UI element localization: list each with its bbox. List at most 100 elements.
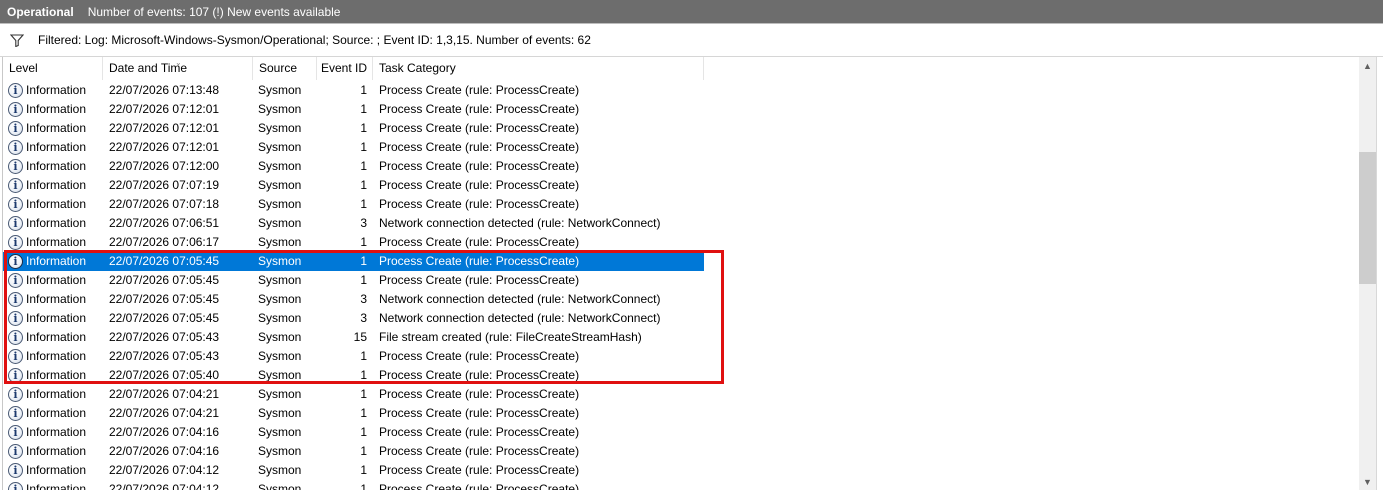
table-row[interactable]: i Information 22/07/2026 07:05:43 Sysmon 15 F…	[3, 328, 1359, 347]
date-cell: 22/07/2026 07:05:43	[109, 349, 220, 363]
source-cell: Sysmon	[258, 216, 302, 230]
date-cell: 22/07/2026 07:12:01	[109, 140, 220, 154]
task-category-cell: Process Create (rule: ProcessCreate)	[379, 273, 580, 287]
table-row[interactable]: i Information 22/07/2026 07:13:48 Sysmon 1 Pr…	[3, 81, 1359, 100]
date-cell: 22/07/2026 07:05:45	[109, 292, 220, 306]
date-cell: 22/07/2026 07:05:40	[109, 368, 220, 382]
scroll-thumb[interactable]	[1359, 152, 1376, 284]
vertical-scrollbar[interactable]: ▲ ▼	[1359, 57, 1376, 490]
task-category-cell: Process Create (rule: ProcessCreate)	[379, 235, 580, 249]
date-cell: 22/07/2026 07:07:19	[109, 178, 220, 192]
information-icon: i	[8, 444, 23, 459]
table-row[interactable]: i Information 22/07/2026 07:05:45 Sysmon 3 Ne…	[3, 309, 1359, 328]
sort-chevron-icon: ⌄	[175, 58, 182, 67]
table-row[interactable]: i Information 22/07/2026 07:04:21 Sysmon 1 Pr…	[3, 404, 1359, 423]
information-icon: i	[8, 197, 23, 212]
source-cell: Sysmon	[258, 159, 302, 173]
level-text: Information	[26, 159, 87, 173]
table-row[interactable]: i Information 22/07/2026 07:05:45 Sysmon 3 Ne…	[3, 290, 1359, 309]
column-header-level[interactable]: Level	[3, 57, 103, 80]
level-text: Information	[26, 425, 87, 439]
task-category-cell: Process Create (rule: ProcessCreate)	[379, 197, 580, 211]
date-cell: 22/07/2026 07:12:01	[109, 121, 220, 135]
information-icon: i	[8, 159, 23, 174]
event-id-cell: 1	[360, 368, 367, 382]
level-cell: i Information	[3, 214, 103, 233]
task-category-cell: Network connection detected (rule: Netwo…	[379, 292, 661, 306]
grid-header: Level Date and Time ⌄ Source Event ID Ta…	[3, 57, 1359, 80]
source-cell: Sysmon	[258, 292, 302, 306]
information-icon: i	[8, 140, 23, 155]
task-category-cell: Process Create (rule: ProcessCreate)	[379, 387, 580, 401]
column-header-task-category[interactable]: Task Category	[373, 57, 704, 80]
column-header-event-id[interactable]: Event ID	[317, 57, 373, 80]
task-category-cell: Process Create (rule: ProcessCreate)	[379, 482, 580, 490]
table-row[interactable]: i Information 22/07/2026 07:05:40 Sysmon 1 Pr…	[3, 366, 1359, 385]
table-row[interactable]: i Information 22/07/2026 07:05:45 Sysmon 1 Pr…	[3, 252, 1359, 271]
column-header-date[interactable]: Date and Time ⌄	[103, 57, 253, 80]
source-cell: Sysmon	[253, 252, 317, 271]
level-text: Information	[26, 387, 87, 401]
date-cell: 22/07/2026 07:04:21	[109, 387, 220, 401]
event-id-cell: 3	[360, 311, 367, 325]
event-id-cell: 1	[317, 252, 373, 271]
source-cell: Sysmon	[258, 83, 302, 97]
level-text: Information	[26, 216, 87, 230]
table-row[interactable]: i Information 22/07/2026 07:06:17 Sysmon 1 Pr…	[3, 233, 1359, 252]
information-icon: i	[8, 387, 23, 402]
date-cell: 22/07/2026 07:05:45	[103, 252, 253, 271]
task-category-cell: Process Create (rule: ProcessCreate)	[379, 83, 580, 97]
date-cell: 22/07/2026 07:05:43	[109, 330, 220, 344]
source-cell: Sysmon	[258, 444, 302, 458]
table-row[interactable]: i Information 22/07/2026 07:12:01 Sysmon 1 Pr…	[3, 119, 1359, 138]
source-cell: Sysmon	[258, 330, 302, 344]
level-text: Information	[26, 254, 87, 268]
scroll-down-arrow-icon[interactable]: ▼	[1359, 473, 1376, 490]
level-cell: i Information	[3, 233, 103, 252]
event-count-info: Number of events: 107 (!) New events ava…	[87, 4, 341, 19]
table-row[interactable]: i Information 22/07/2026 07:07:19 Sysmon 1 Pr…	[3, 176, 1359, 195]
source-cell: Sysmon	[258, 406, 302, 420]
level-text: Information	[26, 83, 87, 97]
event-id-cell: 3	[360, 216, 367, 230]
information-icon: i	[8, 273, 23, 288]
event-id-cell: 1	[360, 102, 367, 116]
table-row[interactable]: i Information 22/07/2026 07:05:43 Sysmon 1 Pr…	[3, 347, 1359, 366]
task-category-cell: Process Create (rule: ProcessCreate)	[379, 425, 580, 439]
column-header-source[interactable]: Source	[253, 57, 317, 80]
table-row[interactable]: i Information 22/07/2026 07:06:51 Sysmon 3 Ne…	[3, 214, 1359, 233]
task-category-cell: Process Create (rule: ProcessCreate)	[379, 140, 580, 154]
information-icon: i	[8, 216, 23, 231]
scroll-up-arrow-icon[interactable]: ▲	[1359, 57, 1376, 74]
table-row[interactable]: i Information 22/07/2026 07:12:00 Sysmon 1 Pr…	[3, 157, 1359, 176]
date-cell: 22/07/2026 07:04:12	[109, 463, 220, 477]
source-cell: Sysmon	[258, 273, 302, 287]
task-category-cell: Process Create (rule: ProcessCreate)	[379, 121, 580, 135]
source-cell: Sysmon	[258, 140, 302, 154]
date-cell: 22/07/2026 07:05:45	[109, 273, 220, 287]
table-row[interactable]: i Information 22/07/2026 07:04:21 Sysmon 1 Pr…	[3, 385, 1359, 404]
table-row[interactable]: i Information 22/07/2026 07:04:12 Sysmon 1 Pr…	[3, 461, 1359, 480]
table-row[interactable]: i Information 22/07/2026 07:04:16 Sysmon 1 Pr…	[3, 442, 1359, 461]
table-row[interactable]: i Information 22/07/2026 07:04:12 Sysmon 1 Pr…	[3, 480, 1359, 490]
level-text: Information	[26, 235, 87, 249]
level-cell: i Information	[3, 100, 103, 119]
task-category-cell: Process Create (rule: ProcessCreate)	[373, 252, 704, 271]
table-row[interactable]: i Information 22/07/2026 07:07:18 Sysmon 1 Pr…	[3, 195, 1359, 214]
level-text: Information	[26, 444, 87, 458]
table-row[interactable]: i Information 22/07/2026 07:12:01 Sysmon 1 Pr…	[3, 100, 1359, 119]
table-row[interactable]: i Information 22/07/2026 07:05:45 Sysmon 1 Pr…	[3, 271, 1359, 290]
level-cell: i Information	[3, 366, 103, 385]
event-id-cell: 15	[353, 330, 367, 344]
source-cell: Sysmon	[258, 121, 302, 135]
level-text: Information	[26, 178, 87, 192]
event-id-cell: 1	[360, 406, 367, 420]
filter-bar: Filtered: Log: Microsoft-Windows-Sysmon/…	[0, 23, 1383, 57]
event-id-cell: 1	[360, 235, 367, 249]
level-text: Information	[26, 273, 87, 287]
table-row[interactable]: i Information 22/07/2026 07:12:01 Sysmon 1 Pr…	[3, 138, 1359, 157]
level-text: Information	[26, 121, 87, 135]
table-row[interactable]: i Information 22/07/2026 07:04:16 Sysmon 1 Pr…	[3, 423, 1359, 442]
level-text: Information	[26, 406, 87, 420]
task-category-cell: Network connection detected (rule: Netwo…	[379, 311, 661, 325]
